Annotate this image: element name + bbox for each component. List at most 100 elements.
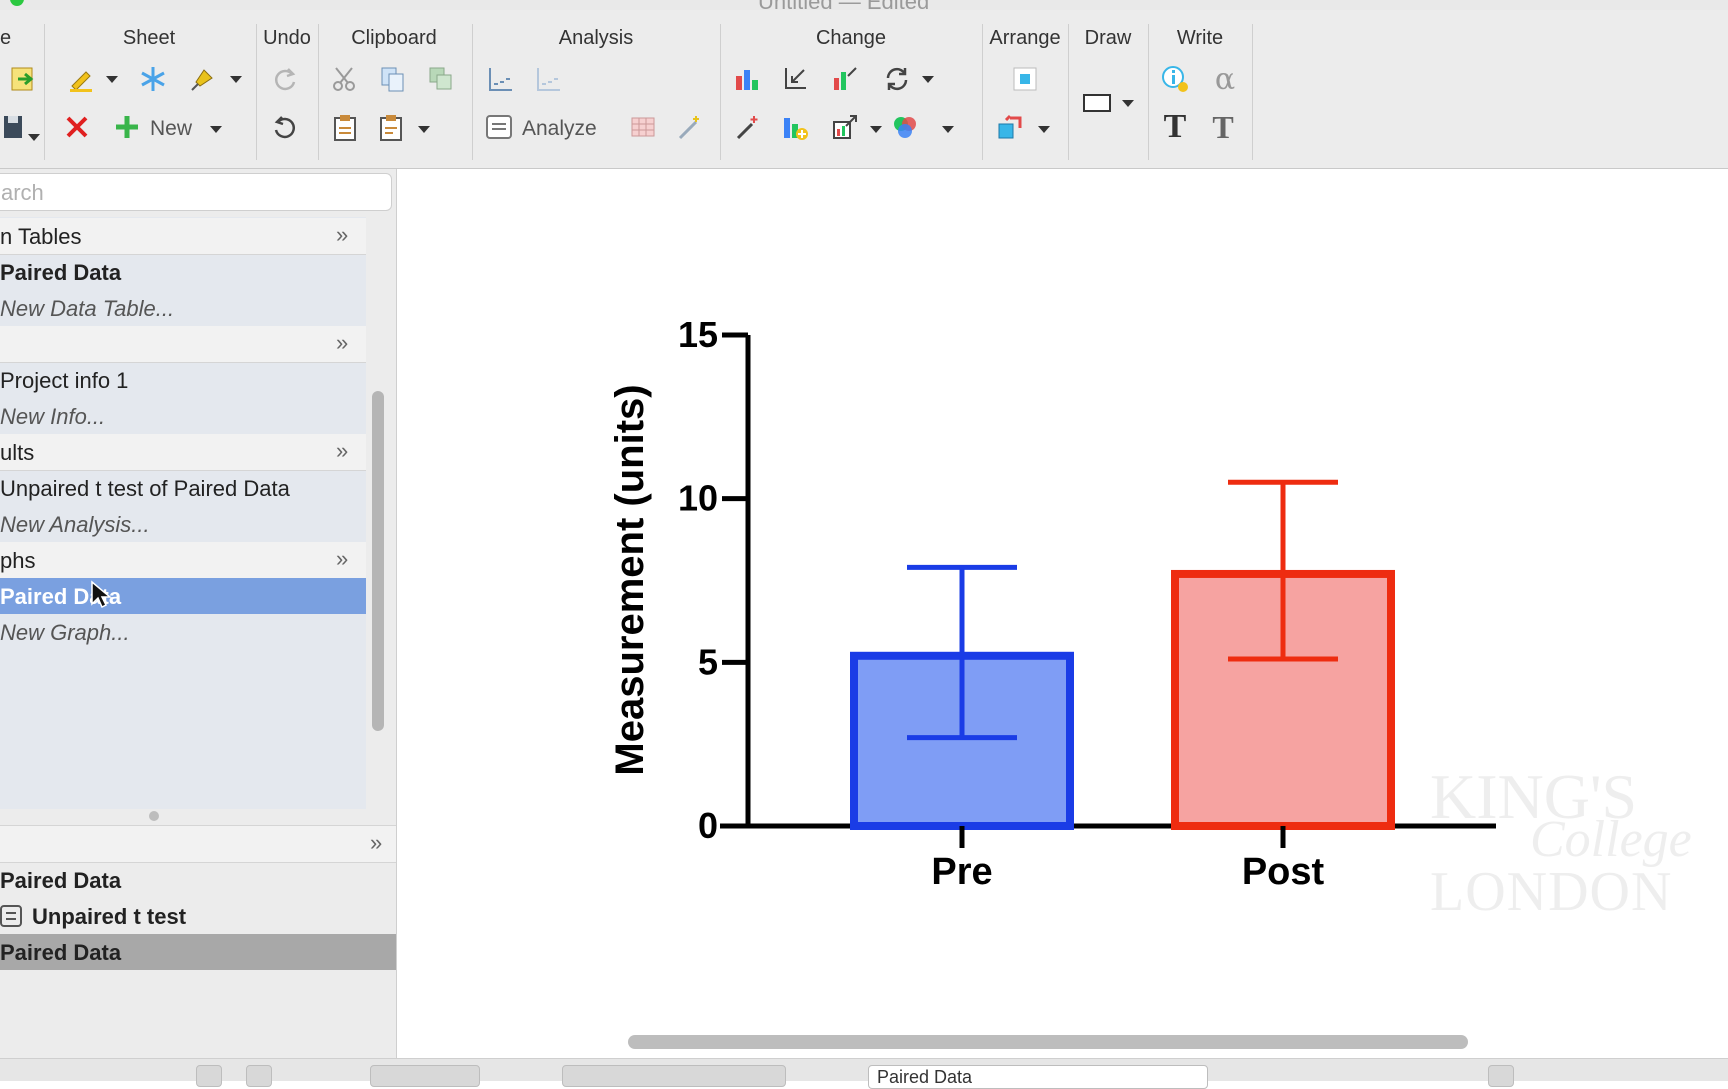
sidebar-item[interactable]: New Data Table... bbox=[0, 290, 366, 326]
freeze-snowflake-icon[interactable] bbox=[136, 62, 170, 96]
redo-icon[interactable] bbox=[268, 62, 302, 96]
import-icon[interactable] bbox=[6, 62, 40, 96]
copy-icon[interactable] bbox=[376, 62, 410, 96]
arrange-dropdown-caret[interactable] bbox=[1038, 126, 1050, 133]
search-placeholder: arch bbox=[1, 180, 44, 205]
sidebar-item[interactable]: n Tables » bbox=[0, 218, 366, 255]
format-graph-icon[interactable] bbox=[828, 62, 862, 96]
horizontal-scrollbar[interactable] bbox=[628, 1035, 1468, 1049]
new-sheet-button[interactable]: New bbox=[150, 117, 192, 141]
rectangle-shape-icon[interactable] bbox=[1080, 86, 1114, 120]
paste-icon[interactable] bbox=[328, 110, 362, 144]
toolbar-group-sheet: Sheet New bbox=[44, 10, 254, 168]
save-dropdown-caret[interactable] bbox=[28, 134, 40, 141]
xy-graph-icon[interactable] bbox=[484, 62, 518, 96]
chevron-right-icon[interactable]: » bbox=[336, 222, 348, 248]
text-tool-icon[interactable]: T bbox=[1158, 108, 1192, 145]
text-format-icon[interactable]: T bbox=[1206, 109, 1240, 145]
next-sheet-button[interactable] bbox=[246, 1065, 272, 1087]
sidebar-item-label: New Data Table... bbox=[0, 296, 175, 321]
sidebar-item[interactable]: New Analysis... bbox=[0, 506, 366, 542]
zoom-button[interactable] bbox=[1488, 1065, 1514, 1087]
x-tick-label: Pre bbox=[931, 851, 992, 893]
sidebar-item-label: ults bbox=[0, 440, 35, 465]
format-axes-icon[interactable] bbox=[778, 62, 812, 96]
view-mode-toggle[interactable] bbox=[370, 1065, 480, 1087]
add-data-icon[interactable] bbox=[778, 110, 812, 144]
table-grid-icon[interactable] bbox=[626, 110, 660, 144]
highlighter-icon[interactable] bbox=[64, 62, 98, 96]
sidebar-item[interactable]: Paired Data bbox=[0, 254, 366, 290]
sidebar-item-label: New Graph... bbox=[0, 620, 130, 645]
window-zoom-button[interactable] bbox=[10, 0, 24, 6]
cycle-dropdown-caret[interactable] bbox=[922, 76, 934, 83]
new-sheet-dropdown-caret[interactable] bbox=[210, 126, 222, 133]
family-item-graph[interactable]: Paired Data bbox=[0, 934, 396, 970]
paste-dropdown-caret[interactable] bbox=[418, 126, 430, 133]
y-tick-label: 5 bbox=[698, 641, 718, 682]
family-panel-header[interactable]: » bbox=[0, 825, 396, 863]
y-tick-label: 15 bbox=[678, 314, 718, 355]
sidebar-item[interactable]: New Info... bbox=[0, 398, 366, 434]
pin-icon[interactable] bbox=[186, 62, 220, 96]
toolbar-group-label: Write bbox=[1176, 27, 1224, 49]
color-scheme-dropdown-caret[interactable] bbox=[942, 126, 954, 133]
group-objects-icon[interactable] bbox=[994, 110, 1028, 144]
draw-dropdown-caret[interactable] bbox=[1122, 100, 1134, 107]
highlighter-dropdown-caret[interactable] bbox=[106, 76, 118, 83]
previous-sheet-button[interactable] bbox=[196, 1065, 222, 1087]
sheet-name-field[interactable]: Paired Data bbox=[868, 1065, 1208, 1089]
toolbar-group-label: Arrange bbox=[989, 27, 1061, 49]
toolbar-group-undo: Undo bbox=[256, 10, 318, 168]
sidebar-item[interactable]: New Graph... bbox=[0, 614, 366, 650]
pin-dropdown-caret[interactable] bbox=[230, 76, 242, 83]
chevron-right-icon[interactable]: » bbox=[336, 330, 348, 356]
delete-sheet-icon[interactable] bbox=[60, 110, 94, 144]
toolbar-group-label: Clipboard bbox=[351, 27, 437, 49]
duplicate-icon[interactable] bbox=[424, 62, 458, 96]
resize-graph-icon[interactable] bbox=[828, 110, 862, 144]
kings-college-watermark: KING'S College LONDON bbox=[1430, 760, 1692, 923]
sidebar-item[interactable]: ults » bbox=[0, 434, 366, 471]
navigator-list: n Tables » Paired Data New Data Table... » Pr… bbox=[0, 217, 366, 809]
sidebar-item[interactable]: Unpaired t test of Paired Data bbox=[0, 470, 366, 506]
paste-special-icon[interactable] bbox=[374, 110, 408, 144]
color-scheme-icon[interactable] bbox=[888, 110, 922, 144]
align-icon[interactable] bbox=[1008, 62, 1042, 96]
chevron-right-icon[interactable]: » bbox=[370, 830, 382, 856]
sidebar-item[interactable]: Paired Data bbox=[0, 578, 366, 614]
cycle-icon[interactable] bbox=[880, 62, 914, 96]
chevron-right-icon[interactable]: » bbox=[336, 438, 348, 464]
info-insert-icon[interactable] bbox=[1158, 62, 1192, 96]
analyze-button[interactable]: Analyze bbox=[522, 117, 597, 141]
new-sheet-plus-icon[interactable] bbox=[110, 110, 144, 144]
sidebar-item-label: New Analysis... bbox=[0, 512, 150, 537]
sidebar-item[interactable]: phs » bbox=[0, 542, 366, 579]
sidebar-item-label: New Info... bbox=[0, 404, 106, 429]
greek-alpha-icon[interactable]: α bbox=[1208, 62, 1242, 97]
family-item-analysis[interactable]: Unpaired t test bbox=[0, 898, 396, 934]
analyze-icon[interactable] bbox=[482, 110, 516, 144]
sidebar-item[interactable]: Project info 1 bbox=[0, 362, 366, 398]
toolbar-group-label: e bbox=[0, 27, 12, 49]
sidebar-item-label: n Tables bbox=[0, 224, 82, 249]
resize-dropdown-caret[interactable] bbox=[870, 126, 882, 133]
title-bar: Untitled — Edited bbox=[0, 0, 1728, 10]
splitter-handle[interactable] bbox=[149, 811, 159, 821]
change-graph-type-icon[interactable] bbox=[730, 62, 764, 96]
toolbar-group-write: Write α T T bbox=[1148, 10, 1252, 168]
toolbar-group-label: Undo bbox=[263, 27, 311, 49]
navigator-scrollbar[interactable] bbox=[372, 391, 384, 731]
cut-scissors-icon[interactable] bbox=[328, 62, 362, 96]
sheet-type-switcher[interactable] bbox=[562, 1065, 786, 1087]
toolbar-group-label: Analysis bbox=[558, 27, 634, 49]
undo-icon[interactable] bbox=[268, 110, 302, 144]
family-item-data-table[interactable]: Paired Data bbox=[0, 862, 396, 898]
sidebar-item[interactable]: » bbox=[0, 326, 366, 363]
toolbar-group-clipboard: Clipboard bbox=[318, 10, 470, 168]
search-input[interactable]: arch bbox=[0, 173, 392, 211]
chevron-right-icon[interactable]: » bbox=[336, 546, 348, 572]
magic-wand-icon[interactable] bbox=[672, 110, 706, 144]
wand-sparkle-icon[interactable] bbox=[730, 110, 764, 144]
grouped-graph-icon[interactable] bbox=[532, 62, 566, 96]
